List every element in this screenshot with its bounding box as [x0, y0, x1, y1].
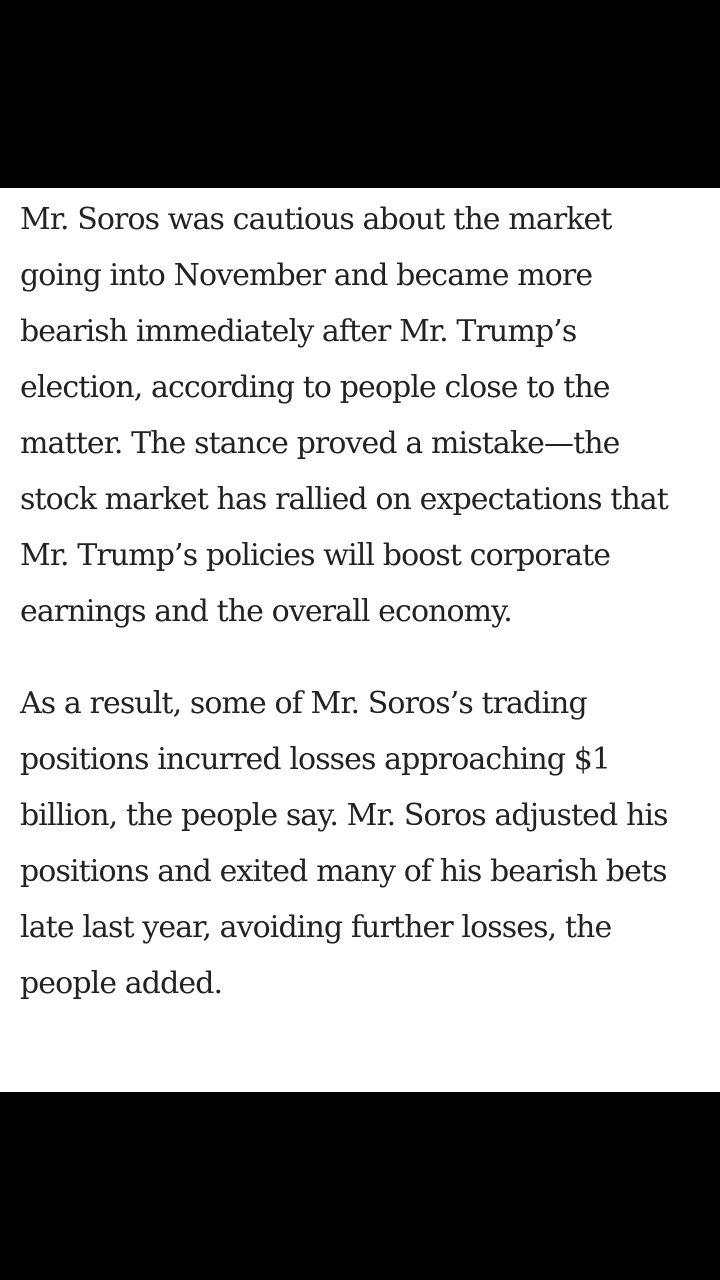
top-black-bar	[0, 0, 720, 188]
article-paragraph: As a result, some of Mr. Soros’s trading…	[20, 686, 668, 1001]
bottom-black-bar	[0, 1092, 720, 1280]
article-paragraph: Mr. Soros was cautious about the market …	[20, 202, 669, 629]
article-body[interactable]: Mr. Soros was cautious about the market …	[0, 188, 720, 1092]
